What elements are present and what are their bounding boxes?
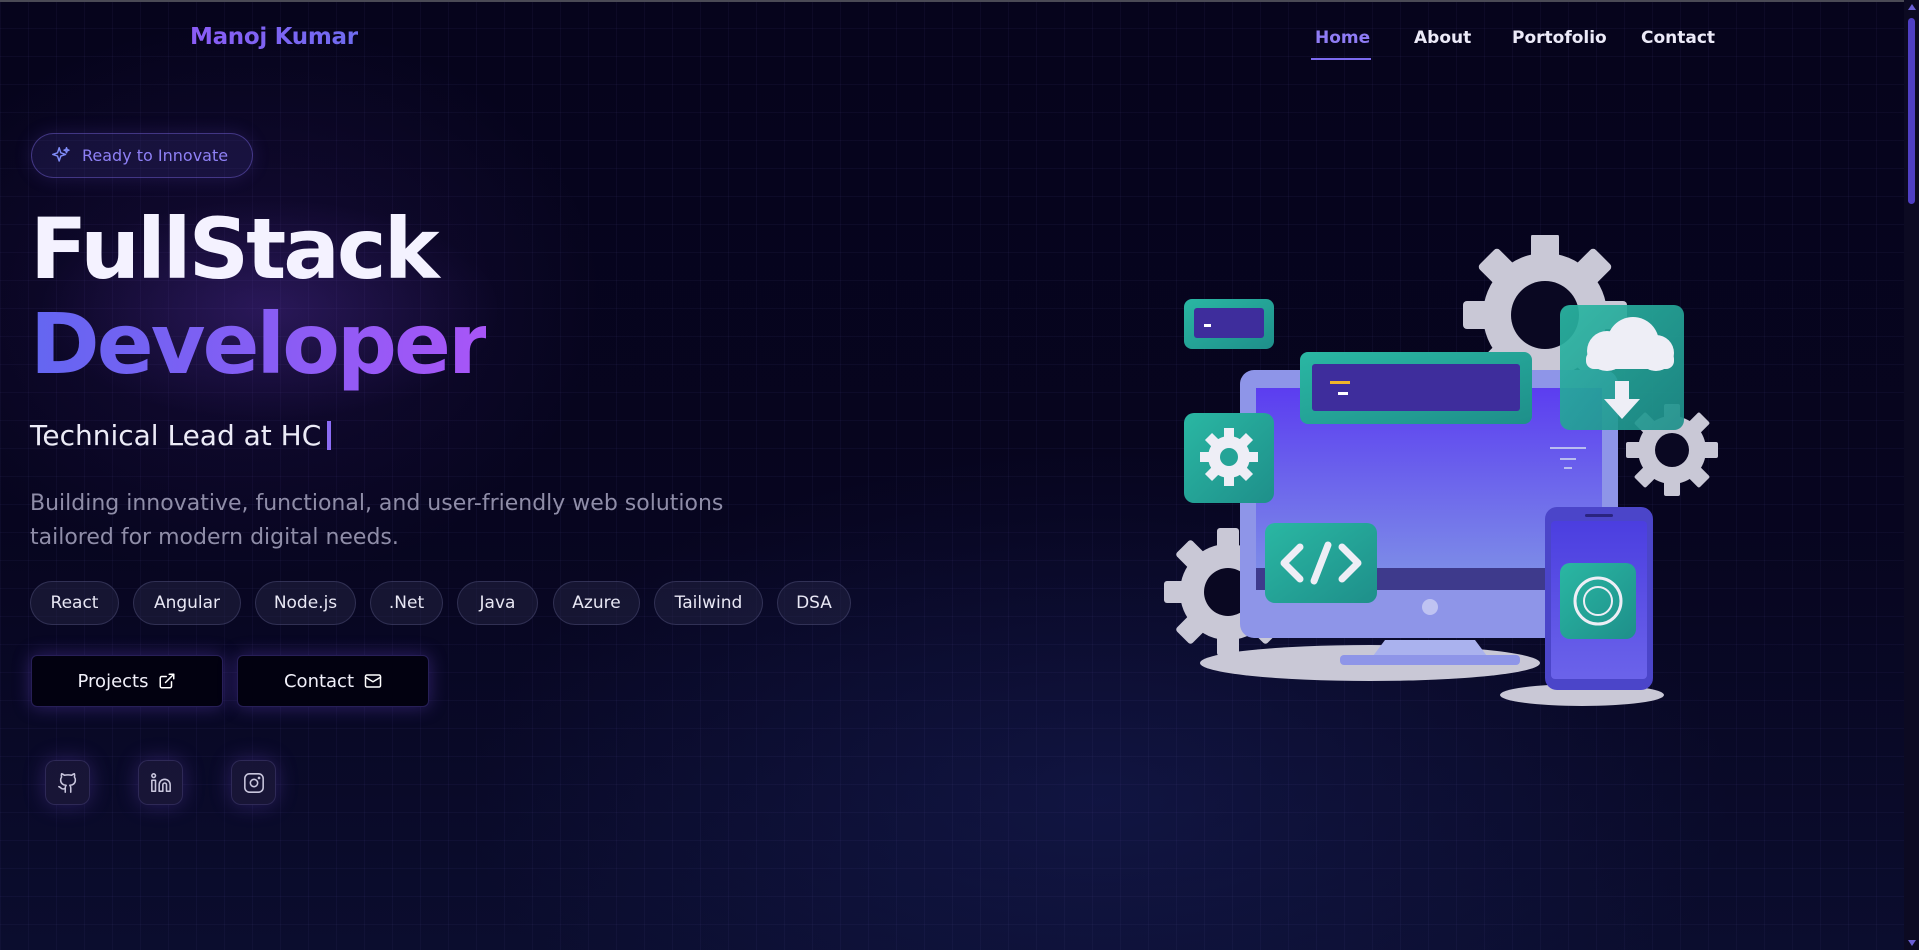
brand-logo[interactable]: Manoj Kumar (190, 24, 358, 50)
code-window-icon (1300, 352, 1532, 424)
scroll-down-arrow-icon[interactable] (1908, 940, 1916, 946)
typing-caret (327, 421, 332, 450)
tag-dsa: DSA (777, 581, 851, 625)
contact-button-label: Contact (283, 670, 355, 692)
page-scrollbar[interactable] (1904, 0, 1919, 950)
subtitle-text: Technical Lead at HC (30, 419, 322, 452)
settings-card-icon (1184, 413, 1274, 503)
tag-react: React (30, 581, 119, 625)
linkedin-link[interactable] (138, 760, 183, 805)
tag-azure: Azure (553, 581, 640, 625)
developer-illustration (1164, 235, 1718, 706)
scrollbar-thumb[interactable] (1908, 18, 1915, 204)
external-link-icon (159, 673, 175, 689)
phone-icon (1545, 507, 1653, 690)
terminal-card-icon (1184, 299, 1274, 349)
ready-badge: Ready to Innovate (31, 133, 253, 178)
github-icon (57, 772, 76, 793)
tag-nodejs: Node.js (255, 581, 356, 625)
window-top-border (0, 0, 1919, 2)
linkedin-icon (150, 772, 171, 792)
tag-tailwind: Tailwind (654, 581, 763, 625)
projects-button-label: Projects (77, 670, 149, 692)
nav-active-indicator (1311, 58, 1371, 60)
hero-title-line1: FullStack (30, 200, 440, 298)
code-brackets-card-icon (1265, 523, 1377, 603)
github-link[interactable] (45, 760, 90, 805)
mail-icon (364, 674, 382, 688)
hero-description: Building innovative, functional, and use… (30, 491, 724, 550)
instagram-icon (243, 772, 264, 793)
nav-portofolio[interactable]: Portofolio (1512, 28, 1607, 48)
scroll-up-arrow-icon[interactable] (1908, 4, 1916, 10)
hero-title-line2: Developer (30, 295, 489, 393)
hero-subtitle: Technical Lead at HC (30, 419, 332, 452)
sparkles-icon (52, 146, 70, 162)
nav-contact[interactable]: Contact (1641, 28, 1715, 48)
nav-home[interactable]: Home (1315, 28, 1370, 48)
projects-button[interactable]: Projects (31, 655, 223, 707)
instagram-link[interactable] (231, 760, 276, 805)
tag-angular: Angular (133, 581, 241, 625)
cloud-download-card-icon (1560, 305, 1684, 430)
tag-dotnet: .Net (370, 581, 443, 625)
badge-label: Ready to Innovate (82, 146, 229, 165)
nav-about[interactable]: About (1414, 28, 1471, 48)
contact-button[interactable]: Contact (237, 655, 429, 707)
tag-java: Java (457, 581, 538, 625)
